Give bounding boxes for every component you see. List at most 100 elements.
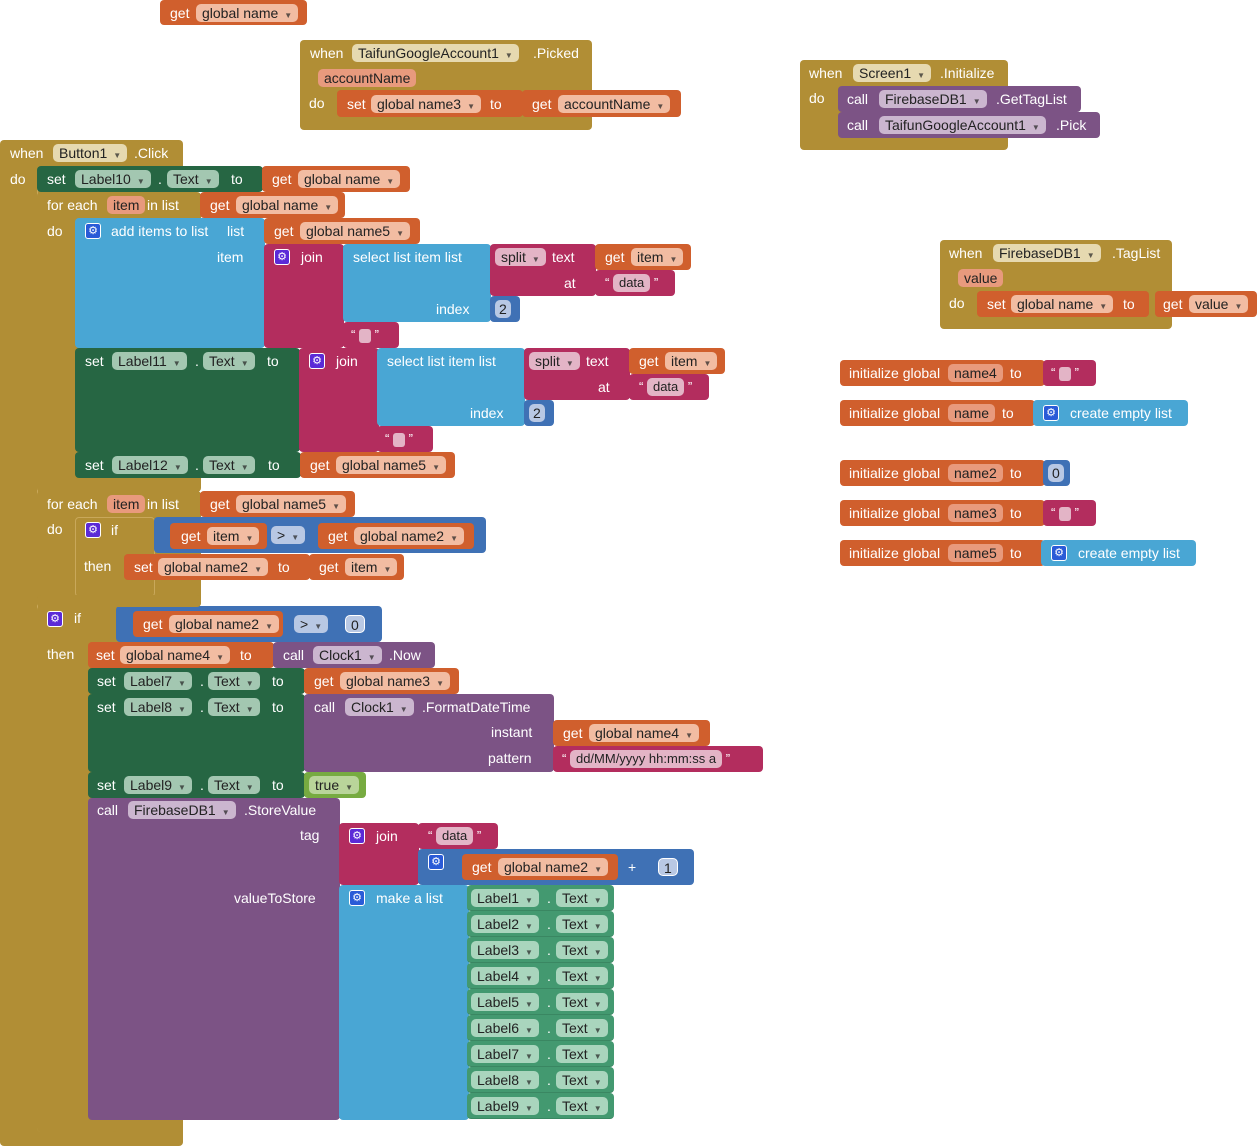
property-dropdown[interactable]: Text ▼ bbox=[208, 672, 260, 690]
component-dropdown[interactable]: Clock1 ▼ bbox=[313, 646, 382, 664]
label-text-getter[interactable]: Label4 ▼. Text ▼ bbox=[467, 963, 614, 989]
component-dropdown[interactable]: TaifunGoogleAccount1 ▼ bbox=[352, 44, 519, 62]
empty-text-field[interactable] bbox=[1058, 366, 1071, 381]
get-item[interactable]: get item ▼ bbox=[309, 554, 404, 580]
init-global-name2[interactable]: initialize global name2 to bbox=[840, 460, 1045, 486]
global-name-field[interactable]: name bbox=[948, 404, 996, 422]
variable-dropdown[interactable]: item ▼ bbox=[665, 352, 718, 370]
gear-icon[interactable]: ⚙ bbox=[349, 890, 365, 906]
number-field[interactable]: 0 bbox=[1048, 464, 1064, 482]
set-label10-text[interactable]: set Label10 ▼ . Text ▼ to bbox=[37, 166, 263, 192]
empty-text-field[interactable] bbox=[1058, 506, 1071, 521]
property-dropdown[interactable]: Text ▼ bbox=[556, 993, 608, 1011]
variable-dropdown[interactable]: global name5 ▼ bbox=[300, 222, 410, 240]
loop-variable[interactable]: item bbox=[107, 196, 146, 214]
get-global-name2[interactable]: get global name2 ▼ bbox=[462, 854, 618, 880]
label-text-getter[interactable]: Label1 ▼. Text ▼ bbox=[467, 885, 614, 911]
call-clock1-formatdatetime[interactable]: call Clock1 ▼ .FormatDateTime instant pat… bbox=[304, 694, 554, 772]
component-dropdown[interactable]: Label6 ▼ bbox=[471, 1019, 539, 1037]
property-dropdown[interactable]: Text ▼ bbox=[208, 698, 260, 716]
component-dropdown[interactable]: Label12 ▼ bbox=[112, 456, 188, 474]
property-dropdown[interactable]: Text ▼ bbox=[556, 915, 608, 933]
split-dropdown[interactable]: split ▼ bbox=[495, 248, 546, 266]
get-global-name2[interactable]: get global name2 ▼ bbox=[133, 611, 283, 637]
get-global-name[interactable]: get global name ▼ bbox=[200, 192, 345, 218]
get-global-name5[interactable]: get global name5 ▼ bbox=[300, 452, 455, 478]
global-name-field[interactable]: name3 bbox=[948, 504, 1003, 522]
variable-dropdown[interactable]: global name2 ▼ bbox=[498, 858, 608, 876]
variable-dropdown[interactable]: global name2 ▼ bbox=[158, 558, 268, 576]
get-global-name5[interactable]: get global name5 ▼ bbox=[264, 218, 420, 244]
gear-icon[interactable]: ⚙ bbox=[274, 249, 290, 265]
label-text-getter[interactable]: Label3 ▼. Text ▼ bbox=[467, 937, 614, 963]
text-data[interactable]: “ data ” bbox=[418, 823, 498, 849]
call-firebasedb1-gettaglist[interactable]: call FirebaseDB1 ▼ .GetTagList bbox=[838, 86, 1081, 112]
number-zero[interactable]: 0 bbox=[1043, 460, 1070, 486]
property-dropdown[interactable]: Text ▼ bbox=[203, 456, 255, 474]
component-dropdown[interactable]: Label8 ▼ bbox=[471, 1071, 539, 1089]
property-dropdown[interactable]: Text ▼ bbox=[556, 1097, 608, 1115]
component-dropdown[interactable]: Label10 ▼ bbox=[75, 170, 151, 188]
variable-dropdown[interactable]: global name ▼ bbox=[236, 196, 339, 214]
empty-text-name3[interactable]: “ ” bbox=[1043, 500, 1096, 526]
number-2[interactable]: 2 bbox=[490, 296, 520, 322]
get-item[interactable]: get item ▼ bbox=[629, 348, 725, 374]
component-dropdown[interactable]: Label8 ▼ bbox=[124, 698, 192, 716]
number-field[interactable]: 2 bbox=[529, 404, 545, 422]
component-dropdown[interactable]: Label3 ▼ bbox=[471, 941, 539, 959]
variable-dropdown[interactable]: item ▼ bbox=[631, 248, 684, 266]
number-field[interactable]: 0 bbox=[345, 615, 365, 633]
property-dropdown[interactable]: Text ▼ bbox=[556, 1071, 608, 1089]
variable-dropdown[interactable]: item ▼ bbox=[345, 558, 398, 576]
variable-dropdown[interactable]: global name3 ▼ bbox=[371, 95, 481, 113]
join-block[interactable]: ⚙ join bbox=[264, 244, 344, 348]
set-global-name[interactable]: set global name ▼ to bbox=[977, 291, 1149, 317]
component-dropdown[interactable]: Label9 ▼ bbox=[124, 776, 192, 794]
component-dropdown[interactable]: Label7 ▼ bbox=[471, 1045, 539, 1063]
get-item[interactable]: get item ▼ bbox=[595, 244, 691, 270]
gear-icon[interactable]: ⚙ bbox=[47, 611, 63, 627]
set-label11-text[interactable]: set Label11 ▼ . Text ▼ to bbox=[75, 348, 300, 452]
number-2[interactable]: 2 bbox=[524, 400, 554, 426]
make-a-list[interactable]: ⚙ make a list bbox=[339, 885, 469, 1120]
gear-icon[interactable]: ⚙ bbox=[428, 854, 444, 870]
operator-dropdown[interactable]: > ▼ bbox=[271, 526, 306, 544]
global-name-field[interactable]: name5 bbox=[948, 544, 1003, 562]
text-pattern[interactable]: “ dd/MM/yyyy hh:mm:ss a ” bbox=[553, 746, 763, 772]
variable-dropdown[interactable]: accountName ▼ bbox=[558, 95, 671, 113]
gear-icon[interactable]: ⚙ bbox=[309, 353, 325, 369]
empty-text-name4[interactable]: “ ” bbox=[1043, 360, 1096, 386]
text-field[interactable]: data bbox=[612, 274, 651, 292]
create-empty-list-name[interactable]: ⚙ create empty list bbox=[1033, 400, 1188, 426]
gear-icon[interactable]: ⚙ bbox=[1043, 405, 1059, 421]
add-items-to-list[interactable]: ⚙ add items to list list item bbox=[75, 218, 265, 348]
property-dropdown[interactable]: Text ▼ bbox=[556, 889, 608, 907]
gear-icon[interactable]: ⚙ bbox=[1051, 545, 1067, 561]
text-data[interactable]: “ data ” bbox=[595, 270, 675, 296]
variable-dropdown[interactable]: global name ▼ bbox=[196, 4, 299, 22]
join-tag[interactable]: ⚙ join bbox=[339, 823, 419, 885]
component-dropdown[interactable]: Label4 ▼ bbox=[471, 967, 539, 985]
text-field[interactable]: data bbox=[435, 827, 474, 845]
call-taifun-pick[interactable]: call TaifunGoogleAccount1 ▼ .Pick bbox=[838, 112, 1100, 138]
property-dropdown[interactable]: Text ▼ bbox=[556, 967, 608, 985]
text-field[interactable]: dd/MM/yyyy hh:mm:ss a bbox=[569, 750, 723, 768]
property-dropdown[interactable]: Text ▼ bbox=[167, 170, 219, 188]
property-dropdown[interactable]: Text ▼ bbox=[556, 1019, 608, 1037]
select-list-item[interactable]: select list item list index bbox=[343, 244, 491, 322]
get-value[interactable]: get value ▼ bbox=[1155, 291, 1257, 317]
param-value[interactable]: value bbox=[958, 269, 1004, 287]
property-dropdown[interactable]: Text ▼ bbox=[556, 941, 608, 959]
split-dropdown[interactable]: split ▼ bbox=[529, 352, 580, 370]
gear-icon[interactable]: ⚙ bbox=[85, 522, 101, 538]
component-dropdown[interactable]: Label2 ▼ bbox=[471, 915, 539, 933]
get-global-name[interactable]: get global name ▼ bbox=[262, 166, 410, 192]
set-global-name2[interactable]: set global name2 ▼ to bbox=[124, 554, 310, 580]
empty-text-field[interactable] bbox=[392, 432, 405, 447]
component-dropdown[interactable]: FirebaseDB1 ▼ bbox=[128, 801, 236, 819]
global-name-field[interactable]: name4 bbox=[948, 364, 1003, 382]
gear-icon[interactable]: ⚙ bbox=[85, 223, 101, 239]
call-clock1-now[interactable]: call Clock1 ▼ .Now bbox=[273, 642, 435, 668]
variable-dropdown[interactable]: global name3 ▼ bbox=[340, 672, 450, 690]
get-global-name4[interactable]: get global name4 ▼ bbox=[553, 720, 710, 746]
